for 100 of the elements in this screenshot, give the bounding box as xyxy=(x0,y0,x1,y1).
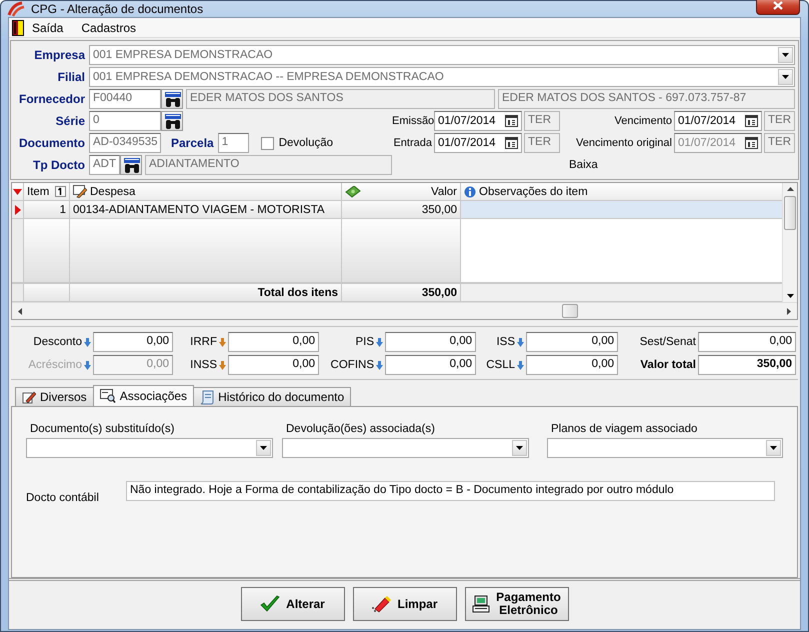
dropdown-arrow-icon xyxy=(260,446,267,450)
field-label: Acréscimo xyxy=(28,359,82,371)
scroll-document-icon xyxy=(200,390,214,404)
input-field[interactable]: 0,00 xyxy=(93,332,173,352)
field-label: Parcela xyxy=(170,136,215,150)
description-field[interactable]: EDER MATOS DOS SANTOS - 697.073.757-87 xyxy=(498,89,795,109)
dropdown-arrow-icon xyxy=(782,75,789,79)
field-label: Docto contábil xyxy=(26,491,100,504)
app-logo-icon xyxy=(7,1,25,17)
table-cell: 1 xyxy=(24,201,70,218)
field-label: COFINS xyxy=(330,359,374,371)
table-cell: 00134-ADIANTAMENTO VIAGEM - MOTORISTA xyxy=(70,201,342,218)
vertical-scrollbar[interactable] xyxy=(782,183,797,302)
scroll-thumb[interactable] xyxy=(562,304,578,318)
field-label: Sest/Senat xyxy=(640,336,696,348)
lookup-button[interactable] xyxy=(161,89,183,109)
menu-item[interactable]: Cadastros xyxy=(73,20,146,34)
weekday-field[interactable]: TER xyxy=(764,111,795,131)
dropdown-button[interactable] xyxy=(766,440,781,456)
tab[interactable]: Histórico do documento xyxy=(193,387,352,406)
input-field[interactable]: 0,00 xyxy=(526,332,618,352)
input-field[interactable]: ADT xyxy=(89,155,120,175)
action-button[interactable]: Alterar xyxy=(240,587,344,621)
scroll-thumb[interactable] xyxy=(784,196,796,230)
scroll-left-icon xyxy=(18,308,22,314)
tab[interactable]: Associações xyxy=(92,385,194,406)
calendar-icon xyxy=(505,137,518,149)
scroll-right-icon xyxy=(787,308,791,314)
action-button[interactable]: Pagamento Eletrônico xyxy=(464,587,568,621)
checkbox[interactable] xyxy=(260,136,274,150)
date-field[interactable]: 01/07/2014 xyxy=(434,133,522,153)
close-icon xyxy=(773,0,783,10)
close-button[interactable] xyxy=(756,0,800,14)
date-field[interactable]: 01/07/2014 xyxy=(674,111,762,131)
lookup-button[interactable] xyxy=(161,111,183,131)
dropdown-arrow-icon xyxy=(782,53,789,57)
dropdown-button[interactable] xyxy=(256,440,271,456)
action-button[interactable]: Limpar xyxy=(352,587,456,621)
info-icon xyxy=(464,186,476,198)
date-field[interactable]: 01/07/2014 xyxy=(434,111,522,131)
column-header[interactable]: Valor xyxy=(342,183,461,200)
scroll-down-icon xyxy=(786,294,794,298)
row-pointer-icon xyxy=(14,204,20,214)
text-field[interactable]: Não integrado. Hoje a Forma de contabilização do Tipo docto = B - Documento integrado por outro módulo xyxy=(126,481,775,501)
total-label: Total dos itens xyxy=(70,284,342,301)
pencil-paper-icon xyxy=(22,390,36,404)
input-field[interactable]: AD-0349535 xyxy=(89,133,161,153)
field-label: Tp Docto xyxy=(32,158,86,172)
field-label: Fornecedor xyxy=(18,92,86,106)
dropdown-button[interactable] xyxy=(512,440,527,456)
input-field[interactable]: F00440 xyxy=(89,89,161,109)
field-label: ISS xyxy=(496,336,515,348)
field-label: PIS xyxy=(355,336,374,348)
table-cell: 350,00 xyxy=(342,201,461,218)
horizontal-scrollbar[interactable] xyxy=(12,302,797,319)
computer-icon xyxy=(472,595,490,613)
status-label: Baixa xyxy=(569,158,599,173)
window-title: CPG - Alteração de documentos xyxy=(31,2,204,16)
column-header[interactable]: Despesa xyxy=(70,183,342,200)
input-field[interactable]: 0 xyxy=(89,111,161,131)
field-label: Planos de viagem associado xyxy=(550,423,698,435)
dropdown-button[interactable] xyxy=(778,47,793,63)
field-label: Devolução(ões) associada(s) xyxy=(285,423,436,435)
eraser-icon xyxy=(371,595,392,613)
combo-value: 001 EMPRESA DEMONSTRACAO xyxy=(92,49,274,61)
field-label: Entrada xyxy=(392,137,432,149)
field-label: Documento xyxy=(18,136,86,150)
field-label: Vencimento xyxy=(614,115,672,127)
tab[interactable]: Diversos xyxy=(15,387,94,406)
field-label: Empresa xyxy=(33,48,86,62)
magnifier-document-icon xyxy=(100,389,116,403)
weekday-field[interactable]: TER xyxy=(524,111,560,131)
input-field[interactable]: 0,00 xyxy=(228,332,319,352)
total-field[interactable]: 350,00 xyxy=(698,355,796,375)
menu-item[interactable]: Saída xyxy=(24,20,74,34)
input-field[interactable]: 0,00 xyxy=(385,332,476,352)
column-header[interactable]: Observações do item xyxy=(461,183,782,200)
lookup-button[interactable] xyxy=(120,155,142,175)
input-field[interactable]: 1 xyxy=(218,133,249,153)
table-cell[interactable] xyxy=(461,201,782,218)
combo-box[interactable]: 001 EMPRESA DEMONSTRACAO xyxy=(89,45,795,65)
field-label: Valor total xyxy=(640,359,696,371)
weekday-field[interactable]: TER xyxy=(524,133,560,153)
name-field[interactable]: EDER MATOS DOS SANTOS xyxy=(186,89,495,109)
combo-value: 001 EMPRESA DEMONSTRACAO -- EMPRESA DEMONSTRACAO xyxy=(92,71,445,83)
column-header[interactable]: Item xyxy=(24,183,70,200)
input-field[interactable]: 0,00 xyxy=(526,355,618,375)
combo-box[interactable]: 001 EMPRESA DEMONSTRACAO -- EMPRESA DEMONSTRACAO xyxy=(89,67,795,87)
name-field[interactable]: ADIANTAMENTO xyxy=(145,155,392,175)
input-field[interactable]: 0,00 xyxy=(228,355,319,375)
money-icon xyxy=(345,186,361,198)
field-label: Filial xyxy=(56,70,86,84)
sort-icon xyxy=(55,186,66,197)
calendar-icon xyxy=(745,137,758,149)
input-field[interactable]: 0,00 xyxy=(385,355,476,375)
input-field[interactable]: 0,00 xyxy=(698,332,796,352)
dropdown-button[interactable] xyxy=(778,69,793,85)
binoculars-icon xyxy=(164,91,182,108)
scroll-up-icon xyxy=(786,187,794,191)
binoculars-icon xyxy=(164,113,182,130)
